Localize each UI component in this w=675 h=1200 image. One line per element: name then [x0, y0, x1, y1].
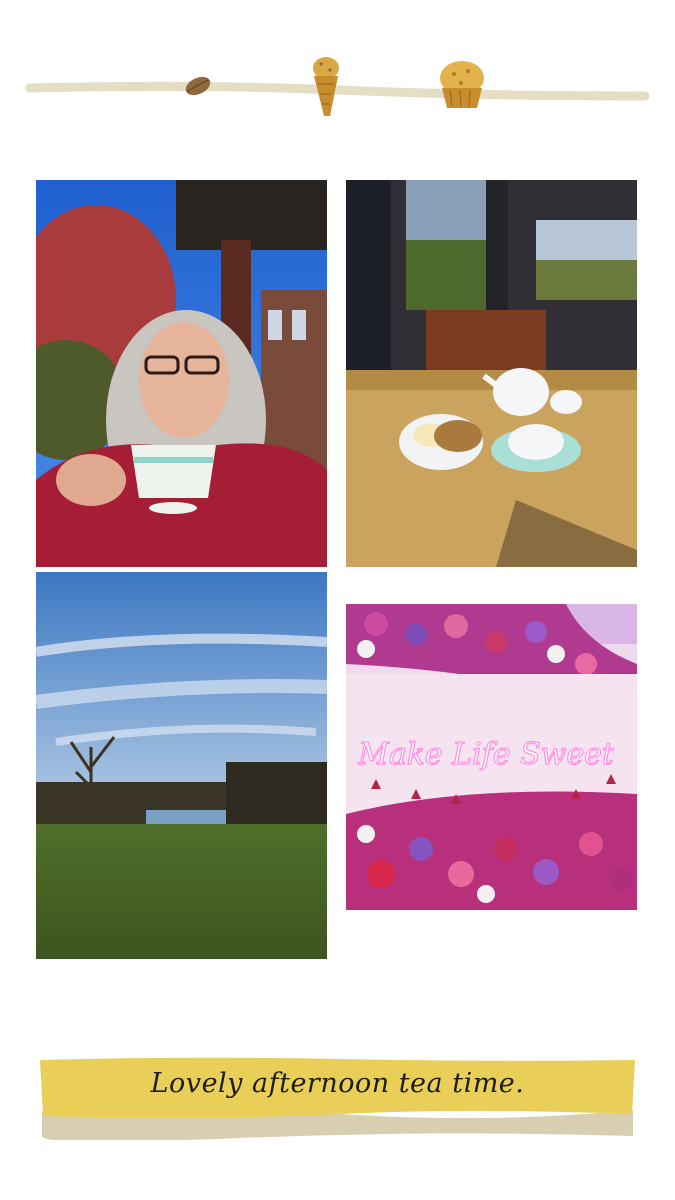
caption-banner: Lovely afternoon tea time.: [40, 1056, 635, 1140]
muffin-icon: [313, 57, 339, 116]
photo-selfie-with-teacup: [36, 180, 327, 567]
top-decoration: [25, 57, 650, 116]
caption-text: Lovely afternoon tea time.: [150, 1068, 525, 1099]
photo-lawn-and-lake: [36, 572, 327, 959]
photo-tea-table-on-porch: [346, 180, 637, 567]
neon-sign: Make Life Sweet: [357, 736, 616, 772]
neon-sign-text: Make Life Sweet: [357, 737, 615, 772]
almond-icon: [185, 76, 211, 96]
photo-make-life-sweet-flower-wall: Make Life Sweet: [346, 604, 637, 910]
muffin-icon: [440, 61, 484, 108]
